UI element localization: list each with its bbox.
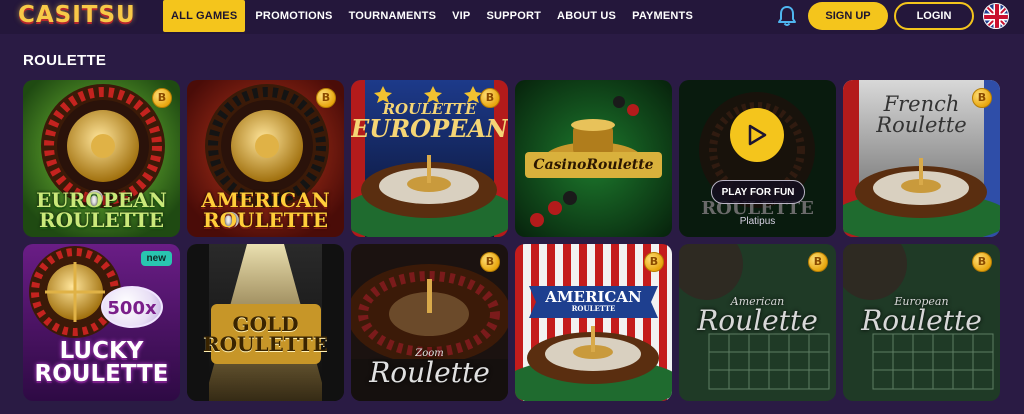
game-title: EUROPEAN ROULETTE bbox=[36, 188, 167, 232]
bitcoin-icon: B bbox=[480, 88, 500, 108]
bitcoin-icon: B bbox=[972, 252, 992, 272]
game-provider: Platipus bbox=[739, 216, 776, 227]
game-title: LUCKY ROULETTE bbox=[34, 338, 169, 387]
game-tile[interactable]: ROULETTE PLAY FOR FUN Platipus bbox=[679, 80, 836, 237]
bitcoin-icon: B bbox=[152, 88, 172, 108]
game-tile[interactable]: EUROPEAN ROULETTE B bbox=[23, 80, 180, 237]
game-tile[interactable]: GOLD ROULETTE bbox=[187, 244, 344, 401]
game-tile[interactable]: ROULETTE EUROPEAN B bbox=[351, 80, 508, 237]
new-badge: new bbox=[140, 251, 172, 266]
game-title: European Roulette bbox=[861, 295, 982, 337]
multiplier-badge: 500x bbox=[101, 286, 163, 328]
game-title: AMERICAN ROULETTE bbox=[201, 188, 330, 232]
signup-button[interactable]: SIGN UP bbox=[808, 2, 888, 30]
game-title: ROULETTE EUROPEAN bbox=[351, 100, 508, 143]
bitcoin-icon: B bbox=[480, 252, 500, 272]
site-logo[interactable]: CASITSU bbox=[18, 0, 148, 30]
game-tile[interactable]: Zoom Roulette B bbox=[351, 244, 508, 401]
nav-vip[interactable]: VIP bbox=[444, 0, 478, 32]
game-title: Zoom Roulette bbox=[369, 348, 490, 389]
game-title: American Roulette bbox=[697, 295, 818, 337]
bell-icon[interactable] bbox=[776, 5, 798, 27]
game-tile[interactable]: 500x LUCKY ROULETTE new bbox=[23, 244, 180, 401]
section-title: ROULETTE bbox=[23, 52, 107, 69]
play-icon[interactable] bbox=[730, 108, 784, 162]
nav-support[interactable]: SUPPORT bbox=[478, 0, 549, 32]
game-title: AMERICAN ROULETTE bbox=[545, 288, 642, 313]
game-tile[interactable]: AMERICAN ROULETTE B bbox=[515, 244, 672, 401]
nav-about-us[interactable]: ABOUT US bbox=[549, 0, 624, 32]
bitcoin-icon: B bbox=[316, 88, 336, 108]
nav-tournaments[interactable]: TOURNAMENTS bbox=[341, 0, 445, 32]
login-button[interactable]: LOGIN bbox=[894, 2, 974, 30]
bitcoin-icon: B bbox=[808, 252, 828, 272]
game-grid: EUROPEANROULETTE B AMERICANROULETTE B bbox=[23, 80, 1003, 401]
game-title: CasinoRoulette bbox=[533, 157, 654, 173]
game-tile[interactable]: AMERICAN ROULETTE B bbox=[187, 80, 344, 237]
game-tile[interactable]: French Roulette B bbox=[843, 80, 1000, 237]
game-tile[interactable]: European Roulette B bbox=[843, 244, 1000, 401]
nav-payments[interactable]: PAYMENTS bbox=[624, 0, 701, 32]
nav-promotions[interactable]: PROMOTIONS bbox=[247, 0, 340, 32]
main-nav: ALL GAMES PROMOTIONS TOURNAMENTS VIP SUP… bbox=[163, 0, 701, 32]
play-for-fun-button[interactable]: PLAY FOR FUN bbox=[711, 180, 805, 204]
nav-all-games[interactable]: ALL GAMES bbox=[163, 0, 246, 32]
bitcoin-icon: B bbox=[644, 252, 664, 272]
game-tile[interactable]: CasinoRoulette bbox=[515, 80, 672, 237]
bitcoin-icon: B bbox=[972, 88, 992, 108]
uk-flag-icon[interactable] bbox=[983, 3, 1009, 29]
top-navigation-bar: CASITSU ALL GAMES PROMOTIONS TOURNAMENTS… bbox=[0, 0, 1024, 34]
game-title: GOLD ROULETTE bbox=[202, 312, 329, 356]
game-tile[interactable]: American Roulette B bbox=[679, 244, 836, 401]
